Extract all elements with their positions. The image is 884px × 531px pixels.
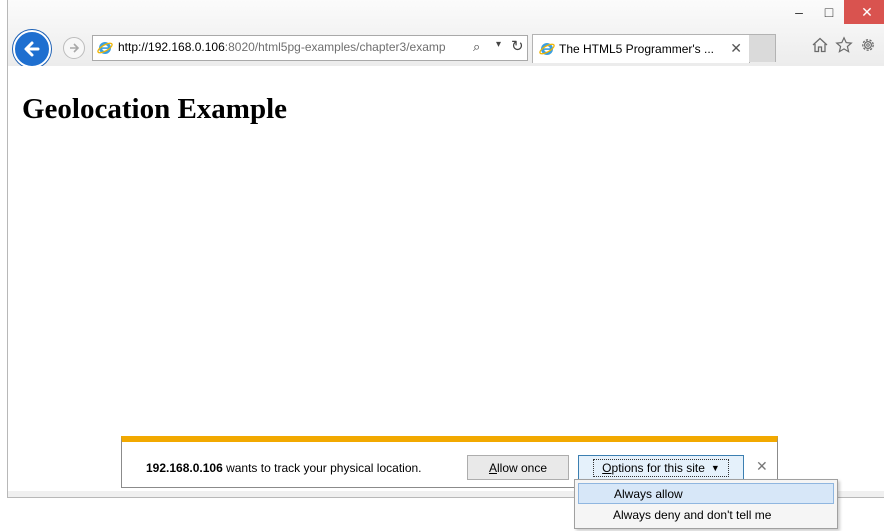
page-content: Geolocation Example bbox=[8, 66, 884, 491]
options-label: Options for this site ▼ bbox=[593, 458, 729, 477]
notification-close-icon[interactable]: ✕ bbox=[756, 458, 768, 475]
arrow-right-icon bbox=[70, 43, 80, 53]
tab-active[interactable]: The HTML5 Programmer's ... ✕ bbox=[532, 34, 750, 63]
search-icon[interactable]: ⌕ bbox=[473, 39, 480, 55]
ie-logo-icon bbox=[97, 40, 113, 61]
menu-item-always-allow[interactable]: Always allow bbox=[578, 483, 834, 504]
address-bar[interactable]: http://192.168.0.106:8020/html5pg-exampl… bbox=[92, 35, 528, 61]
forward-button[interactable] bbox=[63, 37, 85, 59]
gear-icon[interactable] bbox=[859, 36, 877, 54]
accesskey-o: O bbox=[602, 460, 612, 475]
window-controls: – □ ✕ bbox=[784, 0, 884, 27]
new-tab-button[interactable] bbox=[749, 34, 776, 62]
tab-close-icon[interactable]: ✕ bbox=[730, 40, 742, 57]
star-icon[interactable] bbox=[835, 36, 853, 54]
minimize-button[interactable]: – bbox=[784, 0, 814, 24]
allow-once-text: llow once bbox=[496, 460, 548, 475]
options-text: ptions for this site bbox=[611, 460, 705, 475]
menu-item-always-deny[interactable]: Always deny and don't tell me bbox=[578, 505, 834, 526]
arrow-left-icon bbox=[24, 41, 40, 57]
tab-title: The HTML5 Programmer's ... bbox=[559, 42, 714, 56]
back-button[interactable] bbox=[13, 30, 51, 68]
options-for-site-button[interactable]: Options for this site ▼ bbox=[578, 455, 744, 480]
toolbar-icons bbox=[811, 36, 877, 54]
allow-once-button[interactable]: Allow once bbox=[467, 455, 569, 480]
options-dropdown-menu: Always allow Always deny and don't tell … bbox=[574, 479, 838, 529]
accesskey-a: A bbox=[488, 460, 497, 475]
home-icon[interactable] bbox=[811, 36, 829, 54]
page-title: Geolocation Example bbox=[22, 93, 288, 125]
notification-host: 192.168.0.106 bbox=[146, 461, 223, 475]
refresh-icon[interactable]: ↻ bbox=[511, 37, 524, 55]
url-path: :8020/html5pg-examples/chapter3/examp bbox=[224, 40, 446, 54]
maximize-button[interactable]: □ bbox=[814, 0, 844, 24]
url-host: http://192.168.0.106 bbox=[118, 40, 225, 54]
close-window-button[interactable]: ✕ bbox=[844, 0, 884, 24]
browser-window: – □ ✕ http://192.168.0.106:8020/html5pg-… bbox=[7, 0, 884, 498]
caret-down-icon: ▼ bbox=[710, 462, 720, 473]
url-text[interactable]: http://192.168.0.106:8020/html5pg-exampl… bbox=[118, 40, 446, 54]
notification-text: wants to track your physical location. bbox=[222, 461, 422, 475]
title-bar: – □ ✕ http://192.168.0.106:8020/html5pg-… bbox=[8, 0, 884, 68]
allow-once-label: Allow once bbox=[489, 461, 547, 475]
ie-logo-icon bbox=[539, 41, 555, 62]
notification-message: 192.168.0.106 wants to track your physic… bbox=[146, 461, 422, 475]
chevron-down-icon[interactable]: ▾ bbox=[496, 39, 501, 50]
